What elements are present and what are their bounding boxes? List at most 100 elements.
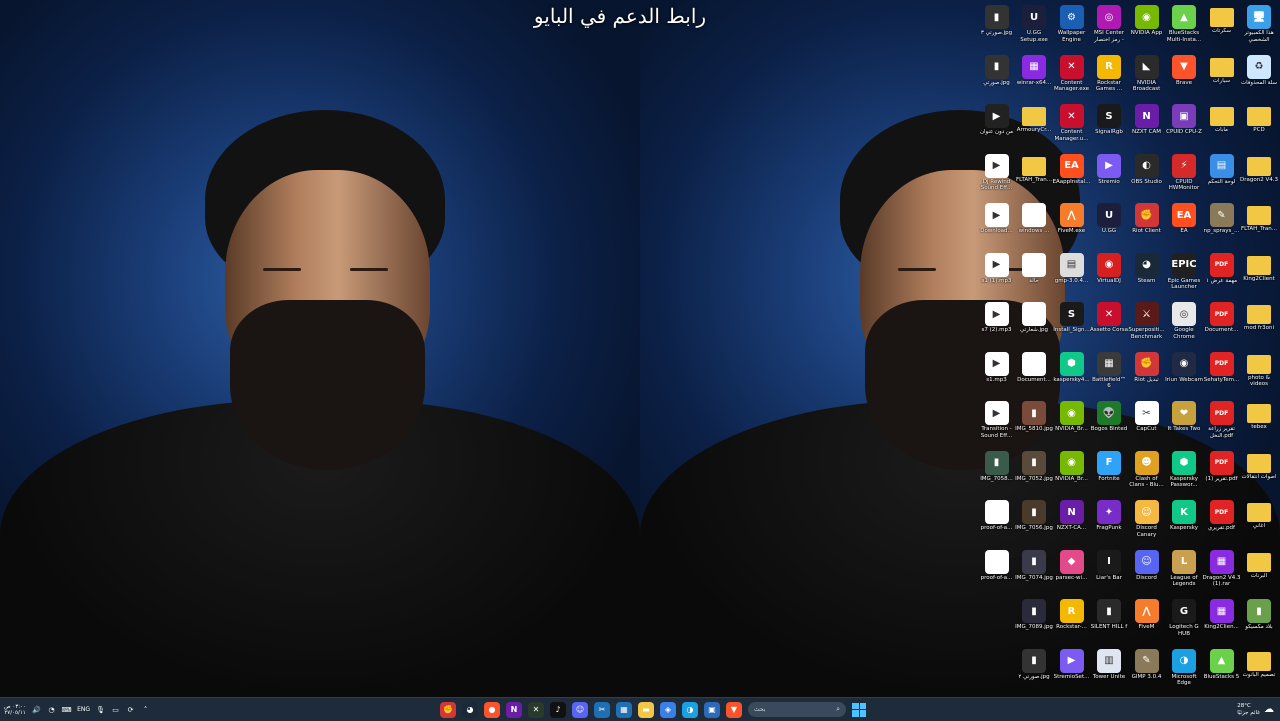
desktop-icon[interactable]: windows ...	[1015, 200, 1053, 248]
desktop-icon[interactable]: ▶ s1.mp3	[978, 349, 1016, 397]
desktop-icon[interactable]: ◎ MSI Center رمز اختصار -	[1090, 2, 1128, 50]
desktop-icon[interactable]: F Fortnite	[1090, 448, 1128, 496]
taskbar-clock[interactable]: ٠٣:٠٠ ص ٢٧/٠٥/١١	[4, 704, 26, 716]
nzxt-cam-icon[interactable]: N	[506, 701, 522, 718]
desktop-icon[interactable]: R Rockstar Games ...	[1090, 52, 1128, 100]
desktop-icon[interactable]: ✕ Assetto Corsa	[1090, 299, 1128, 347]
desktop-icon[interactable]: سيارات	[1203, 52, 1241, 100]
desktop-icon[interactable]: R Rockstar-...	[1053, 596, 1091, 644]
desktop-icon[interactable]: ✦ FragPunk	[1090, 497, 1128, 545]
desktop-icon[interactable]: ⬢ Kaspersky Passwor...	[1165, 448, 1203, 496]
desktop-icon[interactable]: ◉ Iriun Webcam	[1165, 349, 1203, 397]
wifi-icon[interactable]: ◔	[47, 705, 56, 714]
desktop-icon[interactable]: ☻ Clash of Clans - Blu...	[1128, 448, 1166, 496]
desktop-icon[interactable]: مابات	[1203, 101, 1241, 149]
desktop-icon[interactable]: البرنات	[1240, 547, 1278, 595]
desktop-icon[interactable]: ▮ صورتي ٣.jpg	[978, 2, 1016, 50]
desktop-icon[interactable]: ▤ لوحة التحكم	[1203, 151, 1241, 199]
desktop-icon[interactable]: Document...	[1015, 349, 1053, 397]
volume-icon[interactable]: 🔊	[32, 705, 41, 714]
chevron-up-icon[interactable]: ˄	[141, 705, 150, 714]
desktop-icon[interactable]: EPIC Epic Games Launcher	[1165, 250, 1203, 298]
language-indicator[interactable]: ENG	[77, 706, 90, 713]
sync-icon[interactable]: ⟳	[126, 705, 135, 714]
desktop-icon[interactable]: ▦ winrar-x64...	[1015, 52, 1053, 100]
desktop-icon[interactable]: S Install_Sign...	[1053, 299, 1091, 347]
desktop-icon[interactable]: ▮ IMG_7052.jpg	[1015, 448, 1053, 496]
desktop-icon[interactable]: ◑ Microsoft Edge	[1165, 646, 1203, 694]
desktop-icon[interactable]: ▮ IMG_7058...	[978, 448, 1016, 496]
desktop-icon[interactable]: I Liar's Bar	[1090, 547, 1128, 595]
desktop-icon[interactable]: ▲ BlueStacks 5	[1203, 646, 1241, 694]
desktop-icon[interactable]: King2Client	[1240, 250, 1278, 298]
desktop-icon[interactable]: ⬢ kaspersky4...	[1053, 349, 1091, 397]
desktop-icon[interactable]: PDF تقرير (1).pdf	[1203, 448, 1241, 496]
desktop-icon[interactable]: ▮ بلاد مكسيكو	[1240, 596, 1278, 644]
desktop-icon[interactable]: ▲ BlueStacks Multi-Insta...	[1165, 2, 1203, 50]
desktop-icon[interactable]: ◣ NVIDIA Broadcast	[1128, 52, 1166, 100]
desktop-icon[interactable]: ✂ CapCut	[1128, 398, 1166, 446]
desktop-icon[interactable]: tebex	[1240, 398, 1278, 446]
file-explorer-icon[interactable]: ▬	[638, 701, 654, 718]
desktop-icon[interactable]: اصوات انتقالات	[1240, 448, 1278, 496]
store-icon[interactable]: ▣	[704, 701, 720, 718]
desktop-icon[interactable]: تصميم البانوت	[1240, 646, 1278, 694]
desktop-icon[interactable]: ▮ IMG_7056.jpg	[1015, 497, 1053, 545]
desktop-icon[interactable]: PDF تقريري.pdf	[1203, 497, 1241, 545]
desktop-icon[interactable]: ♻ سلة المحذوفات	[1240, 52, 1278, 100]
desktop-icon[interactable]: سكرتات	[1203, 2, 1241, 50]
desktop-icon[interactable]: ⚔ Superpositi... Benchmark	[1128, 299, 1166, 347]
desktop-icon[interactable]: ▼ Brave	[1165, 52, 1203, 100]
desktop-icon[interactable]: ☺ Discord	[1128, 547, 1166, 595]
desktop-icon[interactable]: ✊ Riot تبديل	[1128, 349, 1166, 397]
desktop-icon[interactable]: ▶ Download...	[978, 200, 1016, 248]
desktop-icon[interactable]: ◉ VirtualDJ	[1090, 250, 1128, 298]
microphone-icon[interactable]: 🎙	[96, 705, 105, 714]
desktop-icon[interactable]: ▮ IMG_7089.jpg	[1015, 596, 1053, 644]
desktop-icon[interactable]: ▮ IMG_5810.jpg	[1015, 398, 1053, 446]
desktop-icon[interactable]: ✎ np_sprays_...	[1203, 200, 1241, 248]
desktop-icon[interactable]: photo & videos	[1240, 349, 1278, 397]
desktop-icon[interactable]: ◆ parsec-wi...	[1053, 547, 1091, 595]
tiktok-icon[interactable]: ♪	[550, 701, 566, 718]
steam-icon[interactable]: ◕	[462, 701, 478, 718]
desktop-icon[interactable]: ▶ Transition - Sound Eff...	[978, 398, 1016, 446]
keyboard-icon[interactable]: ⌨	[62, 705, 72, 714]
desktop-icon[interactable]: ◐ OBS Studio	[1128, 151, 1166, 199]
desktop-icon[interactable]: ✎ GIMP 3.0.4	[1128, 646, 1166, 694]
desktop-icon[interactable]: ▮ صورتي ٢.jpg	[1015, 646, 1053, 694]
desktop-icon[interactable]: PDF تقرير زراعة النخل.pdf	[1203, 398, 1241, 446]
desktop-icon[interactable]: ▦ Battlefield™ 6	[1090, 349, 1128, 397]
desktop-icon[interactable]: ▤ gmp-3.0.4...	[1053, 250, 1091, 298]
desktop-icon[interactable]: 🖥 هذا الكمبيوتر الشخصي	[1240, 2, 1278, 50]
desktop-icon[interactable]: ▮ SILENT HILL f	[1090, 596, 1128, 644]
desktop-icon[interactable]: 👽 Bogos Binted	[1090, 398, 1128, 446]
desktop-icon[interactable]: ▶ Stremio	[1090, 151, 1128, 199]
desktop-icon[interactable]: PDF SehatyTem...	[1203, 349, 1241, 397]
desktop-icon[interactable]: ▦ King2Clien...	[1203, 596, 1241, 644]
desktop-icon[interactable]: شعارتي.jpg	[1015, 299, 1053, 347]
start-button[interactable]	[852, 702, 866, 717]
desktop-icon[interactable]: K Kaspersky	[1165, 497, 1203, 545]
desktop-icon[interactable]: ⋀ FiveM.exe	[1053, 200, 1091, 248]
desktop-icon[interactable]: PCD	[1240, 101, 1278, 149]
weather-widget[interactable]: 28°C غائم جزئيًا ☁	[1237, 699, 1274, 720]
desktop-icon[interactable]: ☺ Discord Canary	[1128, 497, 1166, 545]
desktop-icon[interactable]: ◎ Google Chrome	[1165, 299, 1203, 347]
copilot-icon[interactable]: ◈	[660, 701, 676, 718]
desktop-icon[interactable]: FLTAH_Tran...	[1015, 151, 1053, 199]
desktop-icon[interactable]: ◉ NVIDIA App	[1128, 2, 1166, 50]
desktop-icon[interactable]: ⋀ FiveM	[1128, 596, 1166, 644]
riot-client-icon[interactable]: ✊	[440, 701, 456, 718]
desktop-icon[interactable]: N NZXT-CA...	[1053, 497, 1091, 545]
desktop-icon[interactable]: ◉ NVIDIA_Br...	[1053, 398, 1091, 446]
desktop-icon[interactable]: L League of Legends	[1165, 547, 1203, 595]
desktop-icon[interactable]: FLTAH_Tran...	[1240, 200, 1278, 248]
desktop-icon[interactable]: N NZXT CAM	[1128, 101, 1166, 149]
desktop-icon[interactable]: S SignalRgb	[1090, 101, 1128, 149]
display-icon[interactable]: ▭	[111, 705, 120, 714]
desktop-icon[interactable]: ▥ Tower Unite	[1090, 646, 1128, 694]
xbox-icon[interactable]: ✕	[528, 701, 544, 718]
desktop-icon[interactable]: ▮ IMG_7074.jpg	[1015, 547, 1053, 595]
desktop-icon[interactable]: U U.GG	[1090, 200, 1128, 248]
